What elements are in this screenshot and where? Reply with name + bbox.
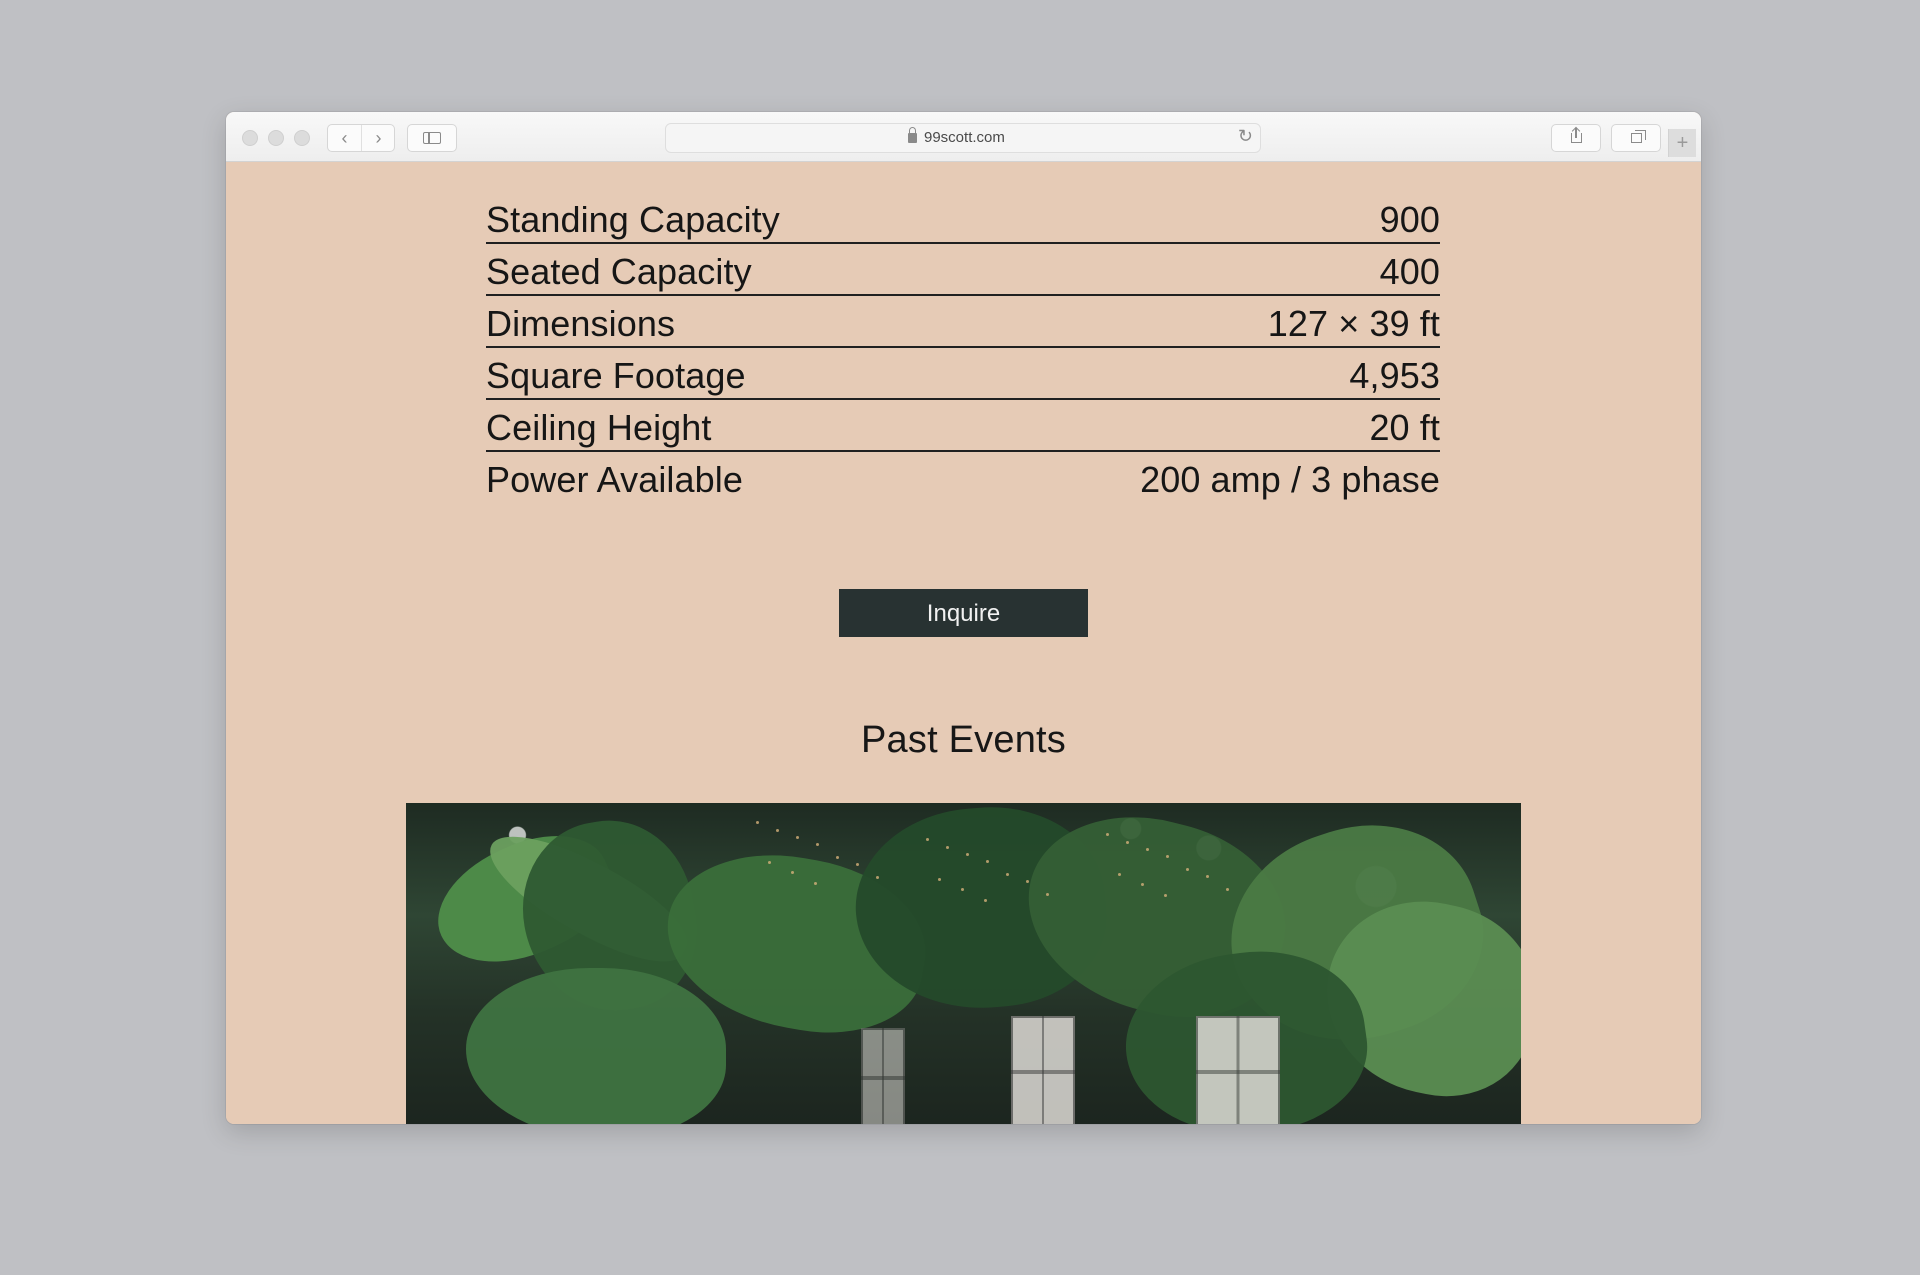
spec-row: Square Footage 4,953 (486, 348, 1440, 400)
minimize-window-button[interactable] (268, 130, 284, 146)
spec-value: 20 ft (1369, 407, 1440, 448)
spec-value: 400 (1379, 251, 1440, 292)
string-lights (756, 821, 759, 824)
lock-icon (908, 127, 917, 143)
tabs-icon (1631, 130, 1646, 143)
foliage (466, 968, 726, 1124)
reload-icon[interactable]: ↻ (1238, 126, 1253, 147)
share-button[interactable] (1551, 124, 1601, 152)
sidebar-toggle-button[interactable] (407, 124, 457, 152)
past-event-photo (406, 803, 1521, 1124)
spec-label: Seated Capacity (486, 251, 752, 292)
venue-specs-table: Standing Capacity 900 Seated Capacity 40… (486, 162, 1440, 504)
close-window-button[interactable] (242, 130, 258, 146)
browser-toolbar: ‹ › 99scott.com ↻ + (226, 112, 1701, 162)
spec-row: Seated Capacity 400 (486, 244, 1440, 296)
spec-label: Standing Capacity (486, 199, 780, 240)
back-button[interactable]: ‹ (328, 125, 362, 151)
tabs-overview-button[interactable] (1611, 124, 1661, 152)
string-lights (926, 838, 929, 841)
string-lights (1106, 833, 1109, 836)
browser-window: ‹ › 99scott.com ↻ + Standing Capacity 90… (226, 112, 1701, 1124)
inquire-button[interactable]: Inquire (839, 589, 1088, 637)
navigation-buttons: ‹ › (327, 124, 395, 152)
spec-value: 4,953 (1349, 355, 1440, 396)
spec-value: 900 (1379, 199, 1440, 240)
new-tab-button[interactable]: + (1668, 129, 1696, 157)
forward-button[interactable]: › (362, 125, 395, 151)
spec-label: Square Footage (486, 355, 746, 396)
spec-value: 200 amp / 3 phase (1140, 459, 1440, 500)
zoom-window-button[interactable] (294, 130, 310, 146)
window-grid (861, 1028, 905, 1124)
page-content: Standing Capacity 900 Seated Capacity 40… (226, 162, 1701, 1124)
window-grid (1011, 1016, 1075, 1124)
spec-label: Ceiling Height (486, 407, 712, 448)
url-text: 99scott.com (924, 129, 1005, 146)
spec-value: 127 × 39 ft (1267, 303, 1440, 344)
spec-label: Power Available (486, 459, 743, 500)
spec-row: Standing Capacity 900 (486, 192, 1440, 244)
share-icon (1571, 128, 1582, 143)
spec-row: Power Available 200 amp / 3 phase (486, 452, 1440, 504)
spec-label: Dimensions (486, 303, 676, 344)
spec-row: Ceiling Height 20 ft (486, 400, 1440, 452)
address-bar[interactable]: 99scott.com ↻ (665, 123, 1261, 153)
spec-row: Dimensions 127 × 39 ft (486, 296, 1440, 348)
past-events-heading: Past Events (861, 719, 1066, 761)
window-grid (1196, 1016, 1280, 1124)
sidebar-icon (423, 132, 441, 144)
